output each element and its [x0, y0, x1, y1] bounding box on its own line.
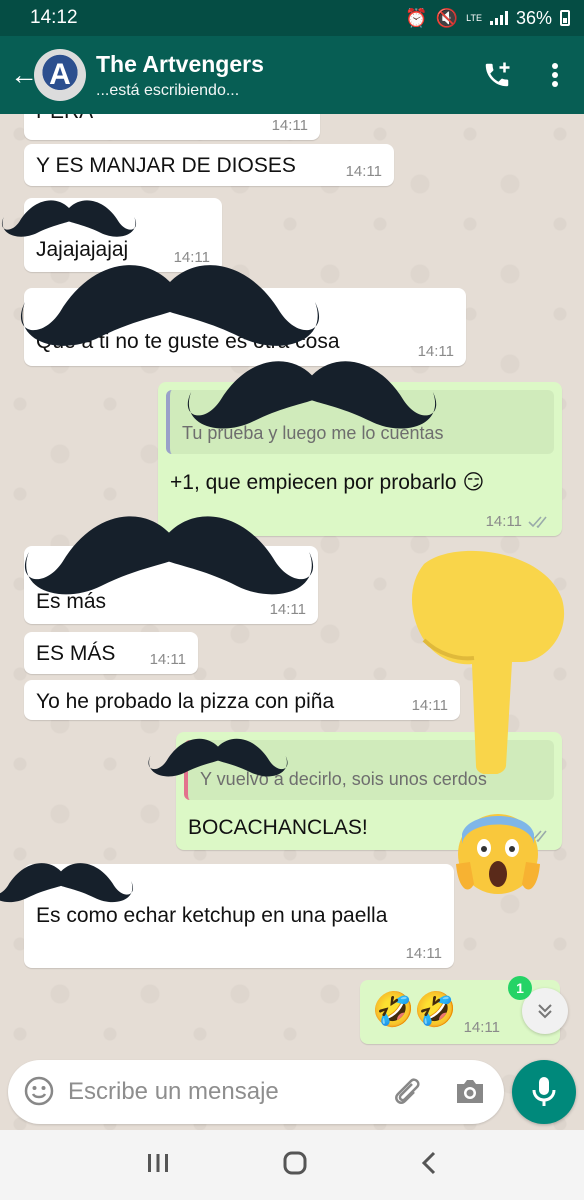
chat-header: ← A The Artvengers ...está escribiendo..…: [0, 36, 584, 114]
microphone-icon: [532, 1077, 556, 1106]
message-outgoing-reply[interactable]: Tu prueba y luego me lo cuentas +1, que …: [158, 382, 562, 536]
message-incoming[interactable]: Jajajajajaj 14:11: [24, 198, 222, 272]
unread-count-badge: 1: [508, 976, 532, 1000]
read-ticks-icon: [528, 830, 547, 842]
message-outgoing-reply[interactable]: Y vuelvo a decirlo, sois unos cerdos BOC…: [176, 732, 562, 850]
read-ticks-icon: [528, 516, 547, 528]
alarm-icon: ⏰: [405, 7, 428, 28]
message-incoming[interactable]: ES MÁS 14:11: [24, 632, 198, 674]
chat-title: The Artvengers: [96, 50, 264, 77]
recent-apps-icon[interactable]: [146, 1152, 170, 1179]
message-placeholder: Escribe un mensaje: [68, 1078, 279, 1105]
network-type: LTE: [466, 12, 482, 23]
battery-icon: [560, 10, 570, 26]
battery-level: 36%: [515, 7, 552, 28]
system-navigation-bar: [0, 1130, 584, 1200]
message-incoming[interactable]: Yo he probado la pizza con piña 14:11: [24, 680, 460, 720]
message-incoming[interactable]: Y ES MANJAR DE DIOSES 14:11: [24, 144, 394, 186]
quoted-message[interactable]: Y vuelvo a decirlo, sois unos cerdos: [184, 740, 554, 800]
chat-area[interactable]: PERA 14:11 Y ES MANJAR DE DIOSES 14:11 J…: [0, 114, 584, 1130]
voice-record-button[interactable]: [512, 1060, 576, 1124]
back-nav-icon[interactable]: [420, 1150, 438, 1181]
signal-icon: [489, 11, 508, 25]
more-options-icon[interactable]: [526, 62, 584, 88]
add-call-icon[interactable]: [468, 60, 526, 90]
camera-icon[interactable]: [454, 1076, 486, 1111]
chat-title-area[interactable]: The Artvengers ...está escribiendo...: [86, 51, 468, 100]
typing-status: ...está escribiendo...: [96, 81, 240, 99]
message-input[interactable]: Escribe un mensaje: [8, 1060, 504, 1124]
message-input-bar: Escribe un mensaje: [0, 1060, 584, 1130]
attach-clip-icon[interactable]: [390, 1074, 424, 1113]
mute-icon: 🔇: [435, 7, 459, 28]
message-incoming[interactable]: PERA 14:11: [24, 114, 320, 140]
back-arrow-icon[interactable]: ←: [0, 59, 38, 91]
chevron-double-down-icon: [538, 1004, 552, 1019]
status-time: 14:12: [30, 7, 78, 28]
message-incoming[interactable]: Es más 14:11: [24, 546, 318, 624]
message-incoming[interactable]: Es como echar ketchup en una paella 14:1…: [24, 864, 454, 968]
quoted-message[interactable]: Tu prueba y luego me lo cuentas: [166, 390, 554, 454]
group-avatar[interactable]: A: [34, 49, 86, 101]
home-icon[interactable]: [282, 1150, 308, 1181]
emoji-icon[interactable]: [24, 1076, 54, 1111]
message-incoming[interactable]: Que a ti no te guste es otra cosa 14:11: [24, 288, 466, 366]
status-bar: 14:12 ⏰ 🔇 LTE 36%: [0, 0, 584, 36]
